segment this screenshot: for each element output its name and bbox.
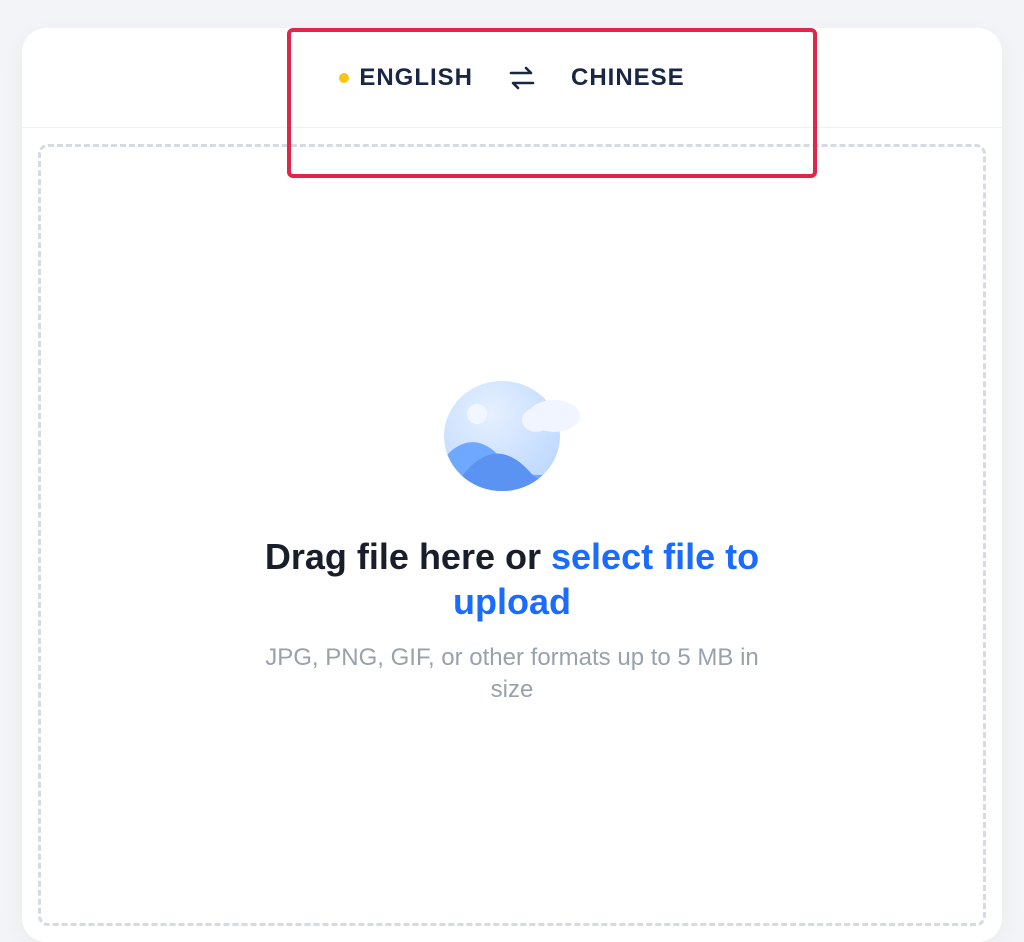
source-language-label: ENGLISH bbox=[359, 64, 473, 92]
upload-subtitle: JPG, PNG, GIF, or other formats up to 5 … bbox=[252, 642, 772, 707]
source-language-selector[interactable]: ENGLISH bbox=[339, 64, 473, 92]
detected-language-dot-icon bbox=[339, 73, 349, 83]
upload-card: ENGLISH CHINESE bbox=[22, 28, 1002, 942]
target-language-label: CHINESE bbox=[571, 64, 685, 92]
swap-languages-button[interactable] bbox=[507, 65, 537, 91]
language-selector: ENGLISH CHINESE bbox=[339, 64, 684, 92]
upload-drag-text: Drag file here or bbox=[265, 536, 551, 577]
drop-zone[interactable]: Drag file here or select file to upload … bbox=[38, 144, 986, 926]
upload-headline: Drag file here or select file to upload bbox=[232, 534, 792, 624]
language-header: ENGLISH CHINESE bbox=[22, 28, 1002, 128]
swap-icon bbox=[507, 65, 537, 91]
image-placeholder-illustration bbox=[432, 364, 592, 504]
target-language-selector[interactable]: CHINESE bbox=[571, 64, 685, 92]
